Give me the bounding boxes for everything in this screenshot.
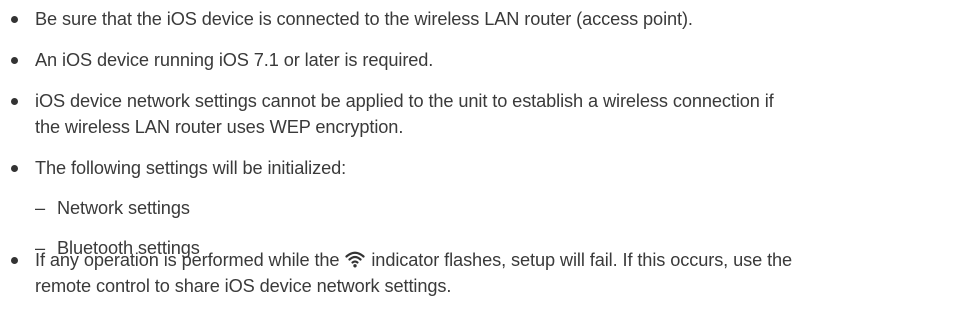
note-item-5-after: indicator flashes, setup will fail. If t… (371, 250, 793, 270)
note-item-3-line-1: iOS device network settings cannot be ap… (35, 91, 774, 111)
bullet-5 (11, 257, 18, 264)
note-item-5-line-1: If any operation is performed while the … (35, 248, 792, 274)
sub-item-1: – Network settings (35, 196, 190, 220)
bullet-3 (11, 98, 18, 105)
note-item-2: An iOS device running iOS 7.1 or later i… (35, 50, 434, 70)
note-item-3-line-2: the wireless LAN router uses WEP encrypt… (35, 117, 404, 137)
bullet-4 (11, 165, 18, 172)
note-item-5-before: If any operation is performed while the (35, 250, 340, 270)
notes-list: Be sure that the iOS device is connected… (0, 0, 958, 324)
note-item-4: The following settings will be initializ… (35, 158, 347, 178)
sub-dash: – (35, 198, 46, 218)
sub-item-1-label: Network settings (57, 198, 190, 218)
note-item-1: Be sure that the iOS device is connected… (35, 9, 693, 29)
bullet-2 (11, 57, 18, 64)
note-item-5-line-2: remote control to share iOS device netwo… (35, 276, 452, 296)
bullet-1 (11, 16, 18, 23)
wifi-icon (345, 250, 366, 274)
